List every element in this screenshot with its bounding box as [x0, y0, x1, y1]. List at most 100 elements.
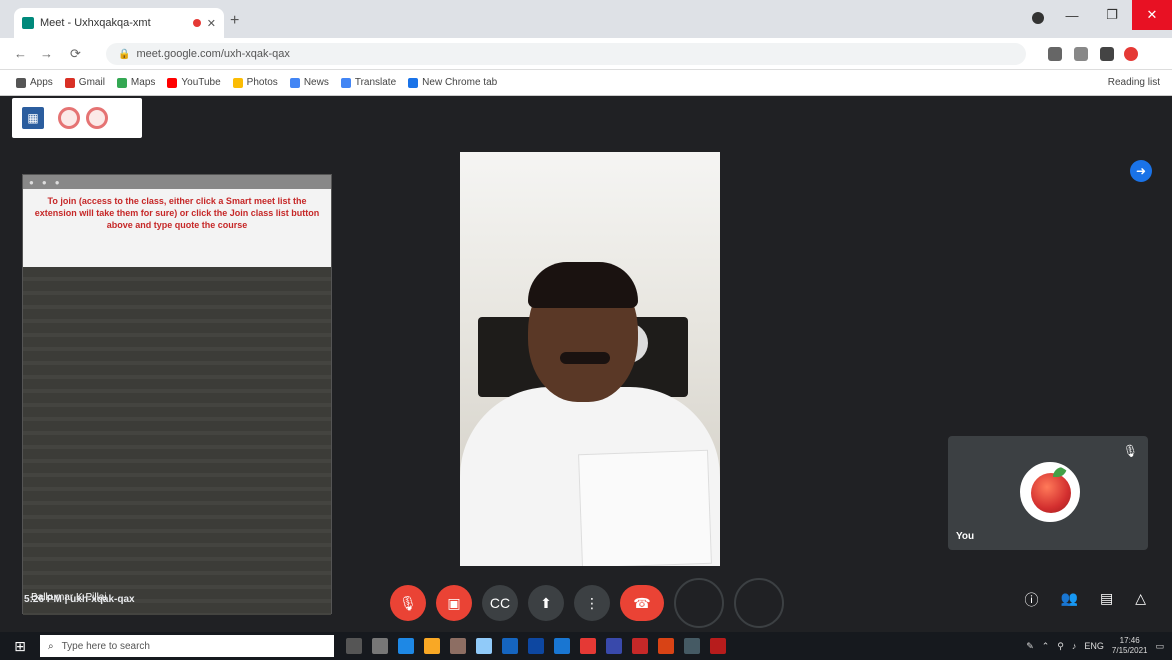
present-button[interactable]: ⬆ [528, 585, 564, 621]
bookmark-item[interactable]: Gmail [64, 77, 105, 88]
extension-icon[interactable] [1074, 47, 1088, 61]
meet-favicon-icon [22, 17, 34, 29]
cortana-icon[interactable] [346, 638, 362, 654]
app-icon[interactable] [684, 638, 700, 654]
bookmark-item[interactable]: Apps [16, 77, 53, 88]
call-controls: 🎙 ▣ CC ⬆ ⋮ ☎ [390, 578, 784, 628]
bookmark-item[interactable]: YouTube [167, 77, 221, 88]
profile-icon[interactable] [1032, 12, 1044, 24]
youtube-icon [167, 77, 178, 88]
maximize-button[interactable]: ❐ [1092, 0, 1132, 30]
mail-icon[interactable] [528, 638, 544, 654]
side-panel-arrow-icon[interactable]: ➜ [1130, 160, 1152, 182]
taskbar-search-input[interactable]: ⌕ Type here to search [40, 635, 334, 657]
system-tray: ✎ ⌃ ⚲ ♪ ENG 17:46 7/15/2021 ▭ [1026, 636, 1164, 656]
forward-icon[interactable]: → [40, 46, 53, 61]
windows-start-icon[interactable]: ⊞ [0, 632, 40, 660]
reading-list[interactable]: Reading list [1108, 77, 1160, 88]
clock-date: 7/15/2021 [1111, 646, 1148, 655]
url-input[interactable]: 🔒 meet.google.com/uxh-xqak-qax [106, 43, 1026, 65]
bookmark-item[interactable]: Translate [340, 77, 396, 88]
chrome-icon[interactable] [580, 638, 596, 654]
window-dot-icon: ● [54, 177, 60, 187]
info-icon[interactable]: ⓘ [1025, 590, 1039, 610]
app-icon[interactable] [554, 638, 570, 654]
apps-icon [16, 77, 26, 88]
chat-icon[interactable]: ▤ [1100, 590, 1113, 610]
file-explorer-icon[interactable] [424, 638, 440, 654]
video-person-mustache [560, 352, 610, 364]
presentation-content [23, 267, 331, 615]
captions-button[interactable]: CC [482, 585, 518, 621]
app-icon[interactable] [476, 638, 492, 654]
acrobat-icon[interactable] [710, 638, 726, 654]
end-call-button[interactable]: ☎ [620, 585, 664, 621]
back-icon[interactable]: ← [14, 46, 27, 61]
edge-icon[interactable] [398, 638, 414, 654]
store-icon[interactable] [502, 638, 518, 654]
translate-icon [340, 77, 351, 88]
bookmark-item[interactable]: News [289, 77, 329, 88]
more-options-button[interactable]: ⋮ [574, 585, 610, 621]
camera-off-button[interactable]: ▣ [436, 585, 472, 621]
volume-icon[interactable]: ♪ [1072, 641, 1077, 651]
browser-tab[interactable]: Meet - Uxhxqakqa-xmt ✕ [14, 8, 224, 38]
bookmark-item[interactable]: Maps [116, 77, 155, 88]
bookmark-item[interactable]: Photos [232, 77, 278, 88]
browser-tabstrip: Meet - Uxhxqakqa-xmt ✕ + — ❐ ✕ [0, 0, 1172, 38]
recording-dot-icon [192, 19, 201, 27]
apple-avatar-icon [1031, 473, 1071, 513]
news-icon [289, 77, 300, 88]
presentation-tile[interactable]: ● ● ● To join (access to the class, eith… [22, 174, 332, 615]
photos-icon [232, 77, 243, 88]
tab-title: Meet - Uxhxqakqa-xmt [40, 17, 151, 29]
meeting-info: 5:26 PM | uxh-xqak-qax [24, 594, 135, 605]
activities-icon[interactable]: △ [1135, 590, 1146, 610]
powerpoint-icon[interactable] [658, 638, 674, 654]
taskbar-clock[interactable]: 17:46 7/15/2021 [1112, 636, 1148, 656]
avatar [1020, 462, 1080, 522]
extension-button[interactable] [734, 578, 784, 628]
reload-icon[interactable]: ⟳ [70, 46, 81, 62]
chevron-up-icon[interactable]: ⌃ [1042, 641, 1050, 652]
language[interactable]: ENG [1084, 641, 1104, 651]
screen: Meet - Uxhxqakqa-xmt ✕ + — ❐ ✕ ← → ⟳ 🔒 m… [0, 0, 1172, 660]
bookmark-item[interactable]: New Chrome tab [408, 77, 497, 88]
extension-icon[interactable] [1124, 47, 1138, 61]
close-window-button[interactable]: ✕ [1132, 0, 1172, 30]
video-paper [578, 449, 712, 566]
tab-close-icon[interactable]: ✕ [207, 17, 216, 30]
task-view-icon[interactable] [372, 638, 388, 654]
main-video-tile[interactable] [460, 152, 720, 566]
extension-button[interactable] [674, 578, 724, 628]
windows-taskbar: ⊞ ⌕ Type here to search ✎ ⌃ ⚲ ♪ ENG 17:4… [0, 632, 1172, 660]
extension-toggle-icon[interactable] [58, 107, 80, 129]
new-tab-button[interactable]: + [230, 12, 239, 30]
meet-right-tools: ⓘ 👥 ▤ △ [1025, 590, 1146, 610]
app-icon[interactable] [450, 638, 466, 654]
extension-toggle-icon[interactable] [86, 107, 108, 129]
taskbar-search-placeholder: Type here to search [61, 640, 150, 652]
video-person-hair [528, 262, 638, 308]
presentation-toolbar: ● ● ● [23, 175, 331, 189]
window-dot-icon: ● [29, 177, 34, 187]
minimize-button[interactable]: — [1052, 0, 1092, 30]
extension-icon[interactable] [1100, 47, 1114, 61]
taskbar-apps [346, 638, 726, 654]
mic-off-button[interactable]: 🎙 [390, 585, 426, 621]
people-icon[interactable]: 👥 [1061, 590, 1078, 610]
extension-icon[interactable] [1048, 47, 1062, 61]
pen-icon[interactable]: ✎ [1026, 641, 1034, 652]
word-icon[interactable] [606, 638, 622, 654]
lock-icon: 🔒 [118, 48, 131, 60]
mic-muted-icon: 🎙 [1122, 444, 1138, 458]
search-icon: ⌕ [48, 640, 54, 652]
network-icon[interactable]: ⚲ [1057, 641, 1064, 652]
notifications-icon[interactable]: ▭ [1155, 641, 1164, 652]
meet-control-bar: 5:26 PM | uxh-xqak-qax 🎙 ▣ CC ⬆ ⋮ ☎ ⓘ 👥 … [0, 576, 1172, 632]
presentation-notice: To join (access to the class, either cli… [23, 189, 331, 267]
url-text: meet.google.com/uxh-xqak-qax [136, 48, 290, 60]
address-toolbar: ← → ⟳ 🔒 meet.google.com/uxh-xqak-qax [0, 38, 1172, 70]
app-icon[interactable] [632, 638, 648, 654]
self-view-tile[interactable]: 🎙 You [948, 436, 1148, 550]
